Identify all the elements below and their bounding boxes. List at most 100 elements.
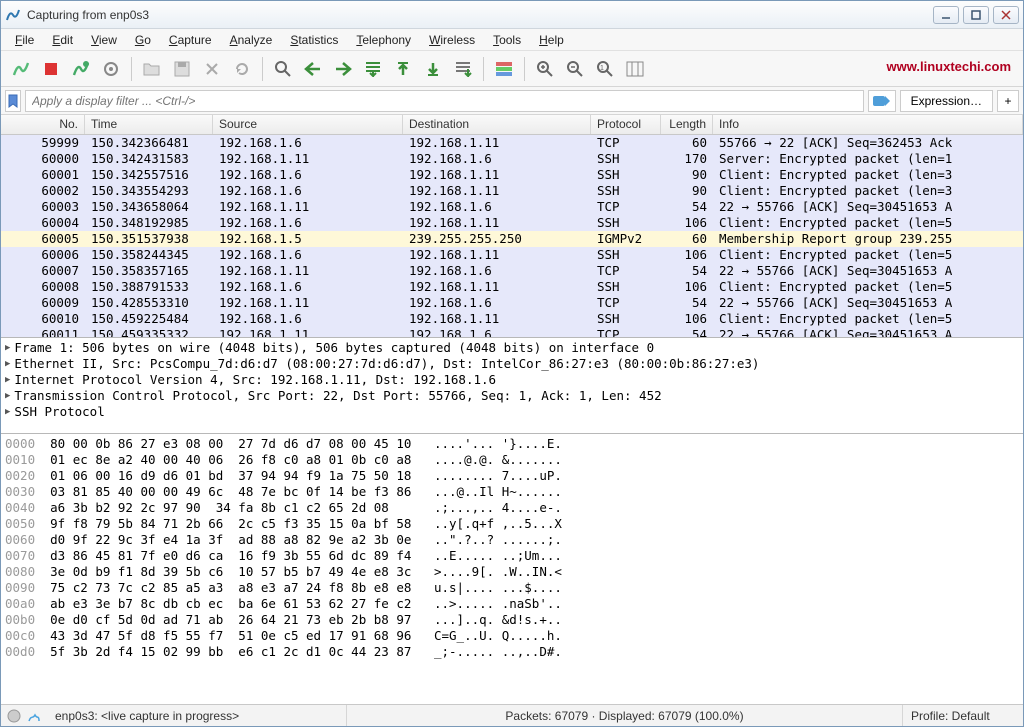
hex-row[interactable]: 0070 d3 86 45 81 7f e0 d6 ca 16 f9 3b 55… <box>5 548 1019 564</box>
detail-tree-item[interactable]: ▶SSH Protocol <box>5 404 1019 420</box>
menubar: File Edit View Go Capture Analyze Statis… <box>1 29 1023 51</box>
hex-row[interactable]: 00d0 5f 3b 2d f4 15 02 99 bb e6 c1 2c d1… <box>5 644 1019 660</box>
packet-row[interactable]: 60006150.358244345192.168.1.6192.168.1.1… <box>1 247 1023 263</box>
detail-tree-item[interactable]: ▶Frame 1: 506 bytes on wire (4048 bits),… <box>5 340 1019 356</box>
menu-view[interactable]: View <box>83 31 125 49</box>
expand-icon[interactable]: ▶ <box>5 340 10 356</box>
hex-row[interactable]: 0010 01 ec 8e a2 40 00 40 06 26 f8 c0 a8… <box>5 452 1019 468</box>
status-interface: enp0s3: <live capture in progress> <box>47 705 347 726</box>
capture-options-button[interactable] <box>97 55 125 83</box>
titlebar: Capturing from enp0s3 <box>1 1 1023 29</box>
go-last-button[interactable] <box>419 55 447 83</box>
detail-tree-item[interactable]: ▶Transmission Control Protocol, Src Port… <box>5 388 1019 404</box>
maximize-button[interactable] <box>963 6 989 24</box>
go-to-packet-button[interactable] <box>359 55 387 83</box>
zoom-out-button[interactable] <box>561 55 589 83</box>
detail-tree-item[interactable]: ▶Internet Protocol Version 4, Src: 192.1… <box>5 372 1019 388</box>
hex-row[interactable]: 0040 a6 3b b2 92 2c 97 90 34 fa 8b c1 c2… <box>5 500 1019 516</box>
auto-scroll-button[interactable] <box>449 55 477 83</box>
go-forward-button[interactable] <box>329 55 357 83</box>
col-time[interactable]: Time <box>85 115 213 134</box>
status-counts: Packets: 67079 · Displayed: 67079 (100.0… <box>347 705 903 726</box>
go-back-button[interactable] <box>299 55 327 83</box>
restart-capture-button[interactable] <box>67 55 95 83</box>
capture-file-properties-icon[interactable] <box>27 709 41 723</box>
find-packet-button[interactable] <box>269 55 297 83</box>
hex-row[interactable]: 00b0 0e d0 cf 5d 0d ad 71 ab 26 64 21 73… <box>5 612 1019 628</box>
packet-row[interactable]: 60010150.459225484192.168.1.6192.168.1.1… <box>1 311 1023 327</box>
statusbar: enp0s3: <live capture in progress> Packe… <box>1 704 1023 726</box>
zoom-reset-button[interactable]: 1 <box>591 55 619 83</box>
colorize-button[interactable] <box>490 55 518 83</box>
resize-columns-button[interactable] <box>621 55 649 83</box>
hex-row[interactable]: 0050 9f f8 79 5b 84 71 2b 66 2c c5 f3 35… <box>5 516 1019 532</box>
packet-row[interactable]: 60002150.343554293192.168.1.6192.168.1.1… <box>1 183 1023 199</box>
packet-list-pane: No. Time Source Destination Protocol Len… <box>1 115 1023 338</box>
hex-row[interactable]: 00a0 ab e3 3e b7 8c db cb ec ba 6e 61 53… <box>5 596 1019 612</box>
menu-telephony[interactable]: Telephony <box>348 31 419 49</box>
col-destination[interactable]: Destination <box>403 115 591 134</box>
packet-row[interactable]: 60005150.351537938192.168.1.5239.255.255… <box>1 231 1023 247</box>
packet-row[interactable]: 60007150.358357165192.168.1.11192.168.1.… <box>1 263 1023 279</box>
col-length[interactable]: Length <box>661 115 713 134</box>
expert-info-icon[interactable] <box>7 709 21 723</box>
packet-row[interactable]: 60001150.342557516192.168.1.6192.168.1.1… <box>1 167 1023 183</box>
hex-row[interactable]: 00c0 43 3d 47 5f d8 f5 55 f7 51 0e c5 ed… <box>5 628 1019 644</box>
packet-row[interactable]: 59999150.342366481192.168.1.6192.168.1.1… <box>1 135 1023 151</box>
go-first-button[interactable] <box>389 55 417 83</box>
packet-row[interactable]: 60008150.388791533192.168.1.6192.168.1.1… <box>1 279 1023 295</box>
expand-icon[interactable]: ▶ <box>5 372 10 388</box>
status-profile[interactable]: Profile: Default <box>903 705 1023 726</box>
brand-label: www.linuxtechi.com <box>887 59 1011 74</box>
col-source[interactable]: Source <box>213 115 403 134</box>
open-file-button[interactable] <box>138 55 166 83</box>
apply-filter-button[interactable] <box>868 90 896 112</box>
add-filter-button[interactable]: + <box>997 90 1019 112</box>
packet-row[interactable]: 60009150.428553310192.168.1.11192.168.1.… <box>1 295 1023 311</box>
close-file-button[interactable] <box>198 55 226 83</box>
packet-row[interactable]: 60000150.342431583192.168.1.11192.168.1.… <box>1 151 1023 167</box>
save-file-button[interactable] <box>168 55 196 83</box>
menu-tools[interactable]: Tools <box>485 31 529 49</box>
menu-edit[interactable]: Edit <box>44 31 81 49</box>
svg-text:1: 1 <box>600 65 604 72</box>
menu-go[interactable]: Go <box>127 31 159 49</box>
col-no[interactable]: No. <box>1 115 85 134</box>
minimize-button[interactable] <box>933 6 959 24</box>
packet-bytes-pane[interactable]: 0000 80 00 0b 86 27 e3 08 00 27 7d d6 d7… <box>1 434 1023 704</box>
expand-icon[interactable]: ▶ <box>5 388 10 404</box>
expression-button[interactable]: Expression… <box>900 90 993 112</box>
zoom-in-button[interactable] <box>531 55 559 83</box>
packet-row[interactable]: 60004150.348192985192.168.1.6192.168.1.1… <box>1 215 1023 231</box>
hex-row[interactable]: 0030 03 81 85 40 00 00 49 6c 48 7e bc 0f… <box>5 484 1019 500</box>
bookmark-filter-button[interactable] <box>5 90 21 112</box>
col-protocol[interactable]: Protocol <box>591 115 661 134</box>
hex-row[interactable]: 0090 75 c2 73 7c c2 85 a5 a3 a8 e3 a7 24… <box>5 580 1019 596</box>
toolbar: 1 www.linuxtechi.com <box>1 51 1023 87</box>
menu-wireless[interactable]: Wireless <box>421 31 483 49</box>
hex-row[interactable]: 0000 80 00 0b 86 27 e3 08 00 27 7d d6 d7… <box>5 436 1019 452</box>
display-filter-input[interactable] <box>25 90 864 112</box>
packet-list-body[interactable]: 59999150.342366481192.168.1.6192.168.1.1… <box>1 135 1023 337</box>
hex-row[interactable]: 0060 d0 9f 22 9c 3f e4 1a 3f ad 88 a8 82… <box>5 532 1019 548</box>
expand-icon[interactable]: ▶ <box>5 404 10 420</box>
start-capture-button[interactable] <box>7 55 35 83</box>
packet-list-header[interactable]: No. Time Source Destination Protocol Len… <box>1 115 1023 135</box>
stop-capture-button[interactable] <box>37 55 65 83</box>
packet-row[interactable]: 60003150.343658064192.168.1.11192.168.1.… <box>1 199 1023 215</box>
hex-row[interactable]: 0080 3e 0d b9 f1 8d 39 5b c6 10 57 b5 b7… <box>5 564 1019 580</box>
packet-row[interactable]: 60011150.459335332192.168.1.11192.168.1.… <box>1 327 1023 337</box>
col-info[interactable]: Info <box>713 115 1023 134</box>
filter-toolbar: Expression… + <box>1 87 1023 115</box>
menu-file[interactable]: File <box>7 31 42 49</box>
detail-tree-item[interactable]: ▶Ethernet II, Src: PcsCompu_7d:d6:d7 (08… <box>5 356 1019 372</box>
expand-icon[interactable]: ▶ <box>5 356 10 372</box>
menu-help[interactable]: Help <box>531 31 572 49</box>
menu-capture[interactable]: Capture <box>161 31 220 49</box>
reload-button[interactable] <box>228 55 256 83</box>
close-button[interactable] <box>993 6 1019 24</box>
packet-details-pane[interactable]: ▶Frame 1: 506 bytes on wire (4048 bits),… <box>1 338 1023 434</box>
menu-statistics[interactable]: Statistics <box>282 31 346 49</box>
hex-row[interactable]: 0020 01 06 00 16 d9 d6 01 bd 37 94 94 f9… <box>5 468 1019 484</box>
menu-analyze[interactable]: Analyze <box>222 31 281 49</box>
